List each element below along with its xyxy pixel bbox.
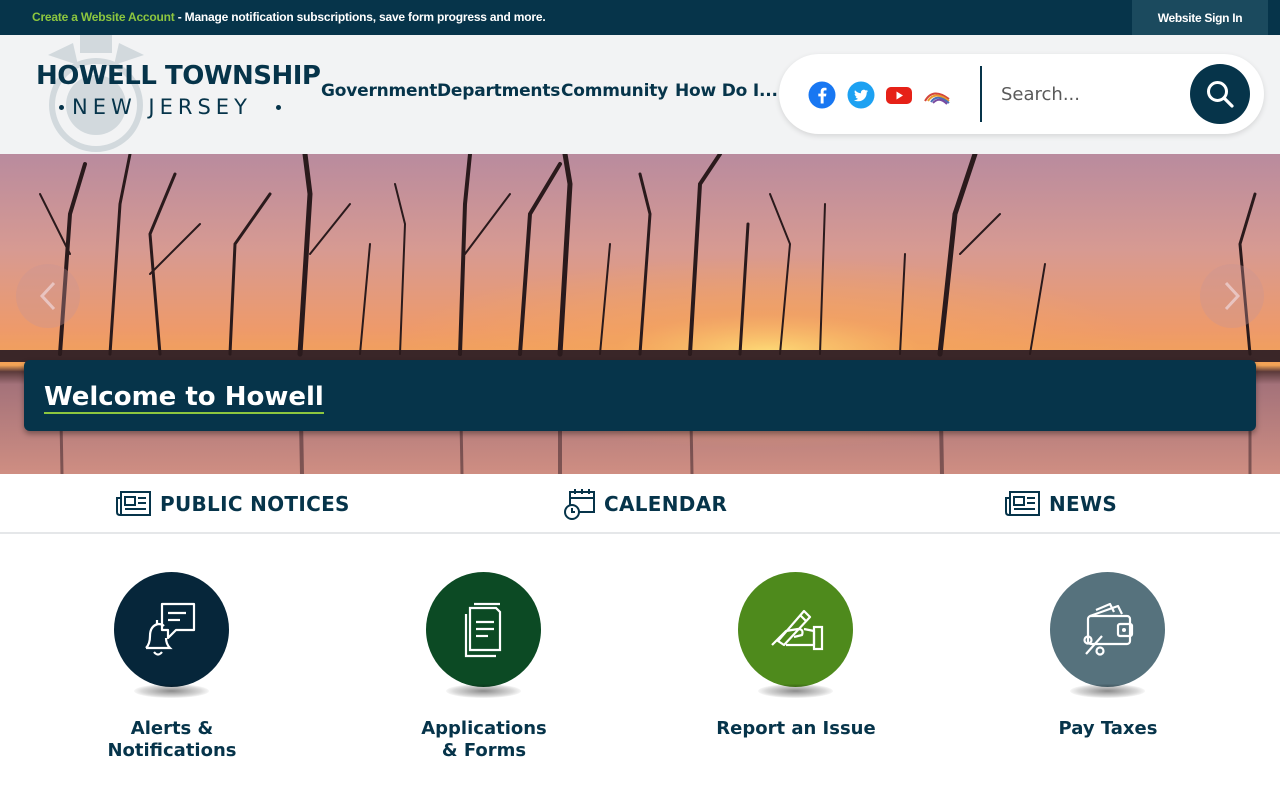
hand-pen-icon (770, 609, 823, 650)
alerts-notifications-button[interactable]: Alerts & Notifications (62, 572, 282, 772)
pay-taxes-shadow (1070, 684, 1145, 698)
logo-subtitle: NEW JERSEY (72, 95, 252, 119)
newspaper-icon (1005, 491, 1040, 516)
chevron-right-icon (1224, 281, 1241, 311)
search-button[interactable] (1190, 64, 1250, 124)
quick-links-bar: PUBLIC NOTICES CALENDAR NEWS (0, 474, 1280, 534)
logo-dot-left (59, 105, 64, 110)
nav-item-community[interactable]: Community (561, 81, 668, 101)
pay-taxes-button[interactable]: Pay Taxes (998, 572, 1218, 772)
report-shadow (758, 684, 833, 698)
top-bar: Create a Website Account - Manage notifi… (0, 0, 1280, 35)
report-label: Report an Issue (716, 718, 876, 739)
report-circle (738, 572, 853, 687)
nav-item-departments[interactable]: Departments (437, 81, 560, 101)
quicklink-calendar[interactable]: CALENDAR (564, 488, 727, 520)
search-icon (1207, 81, 1234, 108)
account-message-text: - Manage notification subscriptions, sav… (174, 10, 546, 24)
logo-dot-right (276, 105, 281, 110)
search-input[interactable] (1001, 76, 1181, 112)
applications-shadow (446, 684, 521, 698)
hero-slideshow: Welcome to Howell (0, 154, 1280, 474)
pay-taxes-circle (1050, 572, 1165, 687)
hero-next-button[interactable] (1200, 264, 1264, 328)
alerts-shadow (134, 684, 209, 698)
bell-chat-icon (144, 602, 195, 656)
quicklink-public-notices-label: PUBLIC NOTICES (160, 492, 350, 516)
alerts-label: Alerts & Notifications (107, 718, 237, 761)
quicklink-calendar-label: CALENDAR (604, 492, 728, 516)
quicklink-public-notices[interactable]: PUBLIC NOTICES (116, 488, 350, 520)
report-issue-button[interactable]: Report an Issue (686, 572, 906, 772)
pay-taxes-label: Pay Taxes (1058, 718, 1158, 739)
account-message: Create a Website Account - Manage notifi… (32, 10, 546, 24)
quicklink-news[interactable]: NEWS (1005, 488, 1117, 520)
social-search-pill (779, 54, 1264, 134)
wallet-percent-icon (1082, 602, 1133, 656)
nav-item-how-do-i[interactable]: How Do I... (675, 81, 778, 101)
nav-item-government[interactable]: Government (321, 81, 437, 101)
youtube-icon[interactable] (885, 81, 913, 109)
hero-caption: Welcome to Howell (24, 360, 1256, 431)
quicklink-news-label: NEWS (1049, 492, 1118, 516)
swagit-icon[interactable] (923, 81, 951, 109)
calendar-clock-icon (564, 489, 595, 520)
site-header: HOWELL TOWNSHIP NEW JERSEY Government De… (0, 35, 1280, 154)
create-account-link[interactable]: Create a Website Account (32, 10, 175, 24)
pill-divider (980, 66, 982, 122)
hero-caption-link[interactable]: Welcome to Howell (44, 382, 324, 414)
hero-prev-button[interactable] (16, 264, 80, 328)
documents-icon (464, 602, 501, 657)
applications-label: Applications & Forms (421, 718, 547, 761)
logo-title: HOWELL TOWNSHIP (36, 61, 321, 91)
twitter-icon[interactable] (847, 81, 875, 109)
facebook-icon[interactable] (808, 81, 836, 109)
applications-circle (426, 572, 541, 687)
applications-forms-button[interactable]: Applications & Forms (374, 572, 594, 772)
alerts-circle (114, 572, 229, 687)
newspaper-icon (116, 491, 151, 516)
chevron-left-icon (39, 281, 56, 311)
website-sign-in-button[interactable]: Website Sign In (1132, 0, 1268, 35)
